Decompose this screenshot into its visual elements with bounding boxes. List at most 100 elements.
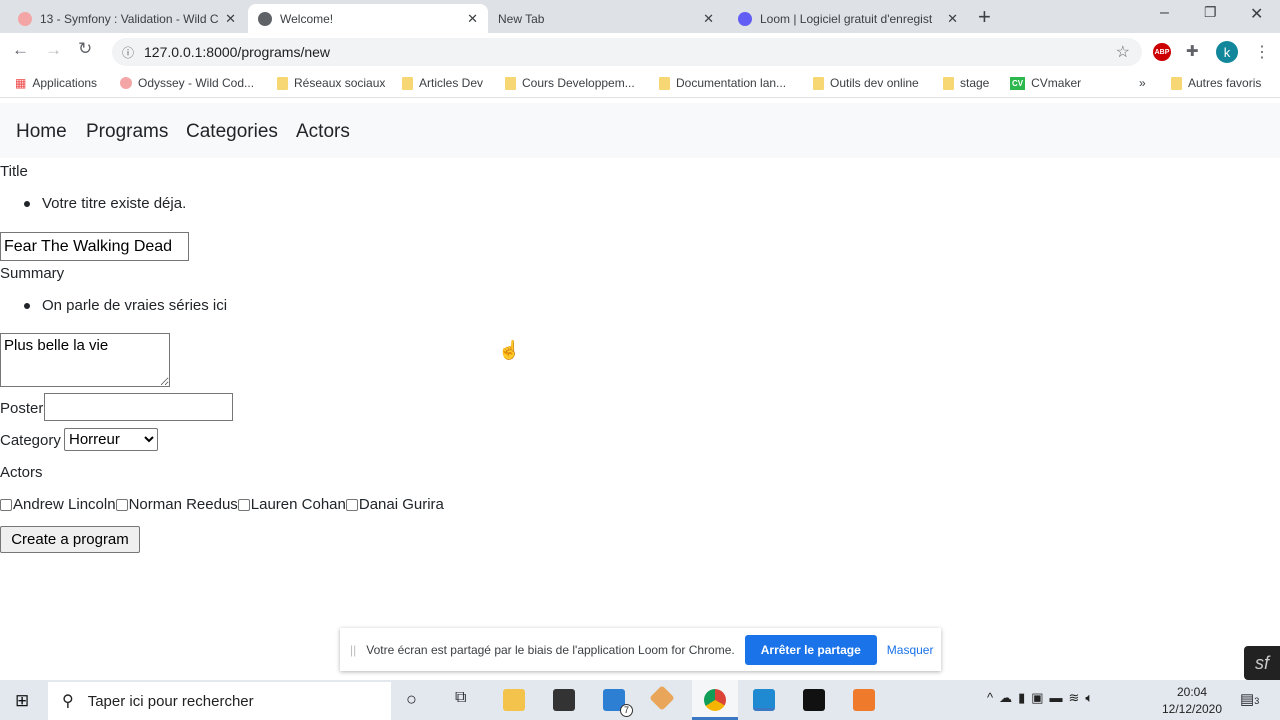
windows-start-icon[interactable]: ⊞ — [15, 691, 29, 711]
restore-button[interactable]: ❐ — [1204, 4, 1217, 21]
menu-icon[interactable]: ⋮ — [1254, 42, 1270, 62]
stop-sharing-button[interactable]: Arrêter le partage — [744, 634, 877, 665]
nav-actors[interactable]: Actors — [296, 121, 350, 143]
folder-icon — [813, 76, 824, 90]
store-icon[interactable] — [553, 689, 575, 711]
bookmark-folder[interactable]: stage — [943, 76, 989, 90]
close-tab-icon[interactable]: ✕ — [467, 11, 478, 27]
globe-icon — [258, 11, 272, 26]
actor-label[interactable]: Danai Gurira — [359, 496, 444, 513]
folder-icon — [277, 76, 288, 90]
taskbar-search[interactable]: ⚲ Taper ici pour rechercher — [48, 682, 391, 720]
file-explorer-icon[interactable] — [503, 689, 525, 711]
folder-icon — [659, 76, 670, 90]
minimize-button[interactable]: – — [1160, 4, 1169, 22]
title-input[interactable] — [0, 232, 189, 261]
cvmaker-icon: CV — [1010, 76, 1026, 90]
create-program-button[interactable]: Create a program — [0, 526, 140, 553]
loom-sharing-bar: || Votre écran est partagé par le biais … — [340, 628, 941, 671]
clock[interactable]: 20:04 12/12/2020 — [1152, 684, 1232, 718]
bookmark-applications[interactable]: ▦ Applications — [15, 76, 97, 90]
search-icon: ⚲ — [62, 693, 74, 710]
nav-home[interactable]: Home — [16, 121, 67, 143]
bookmark-folder[interactable]: Réseaux sociaux — [277, 76, 385, 90]
tab-new-tab[interactable]: New Tab ✕ — [488, 4, 724, 33]
site-navbar: Home Programs Categories Actors — [0, 103, 1280, 158]
vscode-icon[interactable] — [753, 689, 775, 711]
folder-icon — [402, 76, 413, 90]
actors-label: Actors — [0, 464, 43, 481]
notification-badge: 3 — [1254, 696, 1260, 706]
title-error: Votre titre existe déja. — [0, 195, 186, 212]
close-window-button[interactable]: ✕ — [1250, 4, 1263, 24]
new-tab-button[interactable]: + — [978, 4, 991, 30]
mail-icon[interactable]: 7 — [603, 689, 633, 717]
wild-code-school-icon — [18, 11, 32, 26]
extensions-icon[interactable]: ✚ — [1186, 42, 1199, 60]
address-bar[interactable]: ⓘ 127.0.0.1:8000/programs/new ☆ — [112, 38, 1142, 66]
folder-icon — [943, 76, 954, 90]
date: 12/12/2020 — [1161, 702, 1223, 716]
bookmark-other-favorites[interactable]: Autres favoris — [1171, 76, 1261, 90]
tab-loom[interactable]: Loom | Logiciel gratuit d'enregist ✕ — [728, 4, 968, 33]
nav-categories[interactable]: Categories — [186, 121, 278, 143]
poster-label: Poster — [0, 400, 44, 417]
poster-input[interactable] — [44, 393, 233, 421]
info-icon: ⓘ — [122, 45, 135, 60]
bookmark-folder[interactable]: Articles Dev — [402, 76, 483, 90]
summary-label: Summary — [0, 265, 65, 282]
summary-textarea[interactable]: Plus belle la vie — [0, 333, 170, 387]
bullet — [24, 200, 30, 207]
apps-grid-icon: ▦ — [15, 76, 27, 90]
actor-checkbox[interactable] — [0, 498, 12, 511]
actor-checkbox[interactable] — [115, 498, 128, 511]
folder-icon — [505, 76, 516, 90]
system-tray-icons[interactable]: ^☁▮▣▬≋🔈︎ — [987, 690, 1099, 706]
actor-label[interactable]: Andrew Lincoln — [13, 496, 116, 513]
wild-code-school-icon — [120, 77, 132, 89]
hide-button[interactable]: Masquer — [887, 643, 934, 657]
drag-handle-icon[interactable]: || — [350, 643, 356, 657]
hand-cursor-icon: ☝ — [498, 340, 521, 360]
back-button[interactable]: ← — [12, 40, 29, 60]
symfony-toolbar-icon[interactable]: sf — [1244, 646, 1280, 680]
chrome-icon — [704, 689, 726, 711]
forward-button[interactable]: → — [45, 40, 62, 60]
title-label: Title — [0, 163, 28, 180]
loom-icon — [738, 11, 752, 26]
tab-bar: 13 - Symfony : Validation - Wild C ✕ Welc… — [0, 0, 1280, 33]
tab-symfony-validation[interactable]: 13 - Symfony : Validation - Wild C ✕ — [8, 4, 246, 33]
close-tab-icon[interactable]: ✕ — [947, 11, 958, 27]
reload-button[interactable]: ↻ — [78, 39, 92, 59]
nav-programs[interactable]: Programs — [86, 121, 168, 143]
actor-label[interactable]: Norman Reedus — [129, 496, 238, 513]
folder-icon — [1171, 76, 1182, 90]
close-tab-icon[interactable]: ✕ — [703, 11, 714, 27]
actor-checkbox[interactable] — [345, 498, 358, 511]
bookmarks-bar: ▦ Applications Odyssey - Wild Cod... Rése… — [0, 70, 1280, 98]
bookmark-folder[interactable]: Outils dev online — [813, 76, 919, 90]
tab-welcome[interactable]: Welcome! ✕ — [248, 4, 488, 33]
bookmark-cvmaker[interactable]: CV CVmaker — [1010, 76, 1081, 90]
notifications-icon[interactable]: ▤3 — [1240, 690, 1259, 708]
category-select[interactable]: Horreur — [64, 428, 158, 451]
terminal-icon[interactable] — [803, 689, 825, 711]
summary-error: On parle de vraies séries ici — [0, 297, 227, 314]
mail-badge: 7 — [620, 704, 633, 717]
bookmark-folder[interactable]: Documentation lan... — [659, 76, 786, 90]
category-label: Category — [0, 432, 61, 449]
more-bookmarks-button[interactable]: » — [1139, 76, 1146, 90]
xampp-icon[interactable] — [853, 689, 875, 711]
bookmark-star-icon[interactable]: ☆ — [1116, 42, 1130, 62]
bookmark-folder[interactable]: Cours Developpem... — [505, 76, 635, 90]
actor-label[interactable]: Lauren Cohan — [251, 496, 346, 513]
profile-avatar[interactable]: k — [1216, 41, 1238, 63]
actor-checkbox[interactable] — [237, 498, 250, 511]
task-view-icon[interactable]: ⧉ — [455, 689, 466, 707]
bullet — [24, 302, 30, 309]
bookmark-odyssey[interactable]: Odyssey - Wild Cod... — [120, 76, 254, 90]
adblock-icon[interactable]: ABP — [1153, 43, 1171, 61]
cortana-icon[interactable]: ○ — [406, 689, 417, 710]
close-tab-icon[interactable]: ✕ — [225, 11, 236, 27]
chrome-taskbar-button[interactable] — [692, 680, 738, 720]
